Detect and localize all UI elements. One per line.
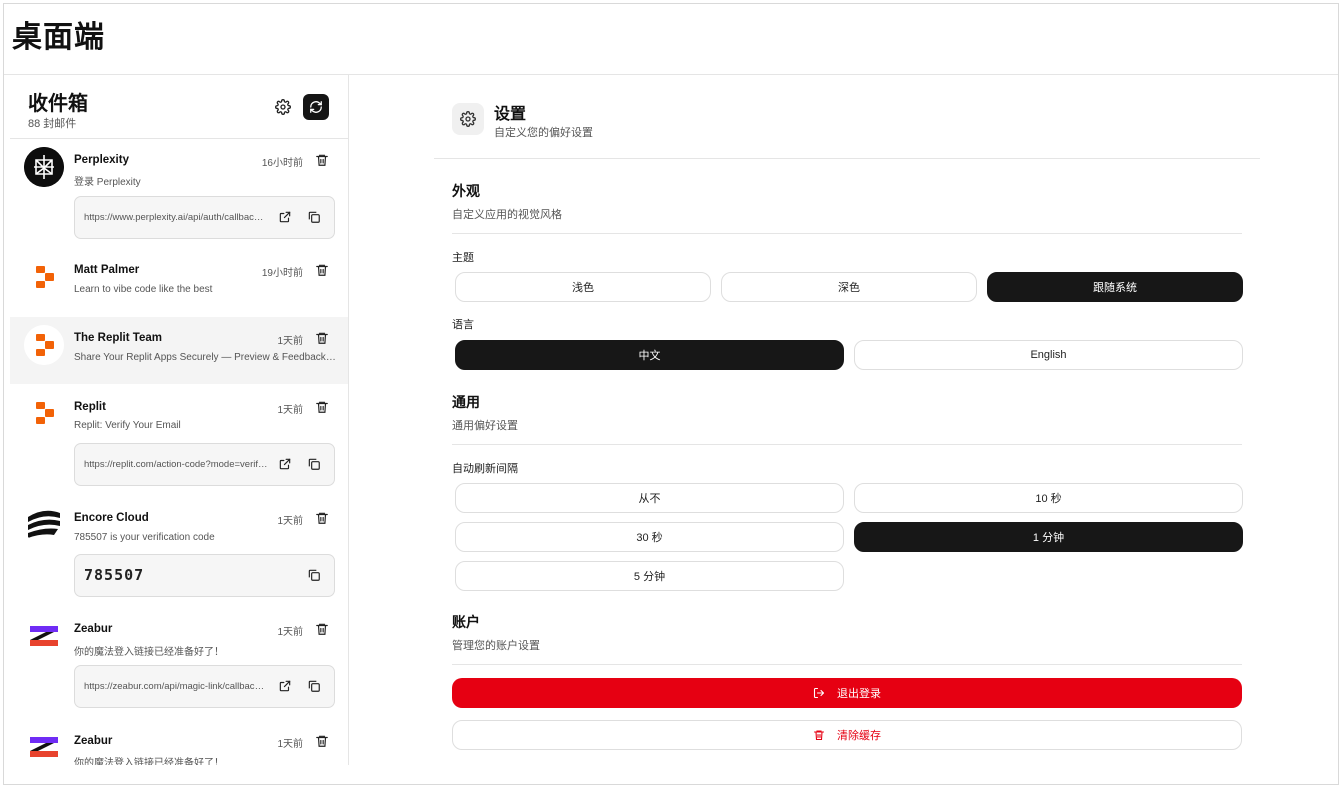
mail-sender: Replit bbox=[74, 401, 106, 413]
account-divider bbox=[452, 664, 1242, 665]
mail-time: 16小时前 bbox=[261, 158, 303, 169]
appearance-title: 外观 bbox=[452, 183, 480, 199]
external-link-icon[interactable] bbox=[278, 457, 292, 471]
interval-option-10s[interactable]: 10 秒 bbox=[854, 483, 1243, 513]
verification-code-box: 785507 bbox=[74, 554, 335, 597]
refresh-interval-label: 自动刷新间隔 bbox=[452, 463, 518, 475]
settings-subtitle: 自定义您的偏好设置 bbox=[494, 127, 593, 139]
zeabur-logo-icon bbox=[24, 727, 64, 765]
mail-subject: Learn to vibe code like the best bbox=[74, 284, 213, 295]
theme-option-light[interactable]: 浅色 bbox=[455, 272, 711, 302]
copy-icon[interactable] bbox=[307, 679, 321, 693]
inbox-sidebar: 收件箱 88 封邮件 Perplexity 16小时前 登录 Perplexit… bbox=[10, 75, 349, 765]
mail-item[interactable]: The Replit Team 1天前 Share Your Replit Ap… bbox=[10, 317, 348, 384]
inbox-title: 收件箱 bbox=[28, 93, 88, 115]
settings-title: 设置 bbox=[494, 106, 527, 123]
perplexity-logo-icon bbox=[24, 147, 64, 187]
mail-sender: Matt Palmer bbox=[74, 264, 140, 276]
mail-sender: Encore Cloud bbox=[74, 512, 149, 524]
interval-option-never[interactable]: 从不 bbox=[455, 483, 844, 513]
trash-icon[interactable] bbox=[315, 622, 329, 636]
mail-time: 1天前 bbox=[277, 739, 303, 750]
trash-icon[interactable] bbox=[315, 511, 329, 525]
logout-button[interactable]: 退出登录 bbox=[452, 678, 1242, 708]
mail-item[interactable]: Matt Palmer 19小时前 Learn to vibe code lik… bbox=[10, 249, 348, 317]
trash-icon[interactable] bbox=[315, 331, 329, 345]
zeabur-logo-icon bbox=[24, 616, 64, 656]
external-link-icon[interactable] bbox=[278, 210, 292, 224]
theme-label: 主题 bbox=[452, 252, 474, 264]
mail-sender: The Replit Team bbox=[74, 332, 162, 344]
trash-icon[interactable] bbox=[315, 400, 329, 414]
trash-icon bbox=[813, 730, 825, 741]
interval-option-5min[interactable]: 5 分钟 bbox=[455, 561, 844, 591]
trash-icon[interactable] bbox=[315, 734, 329, 748]
replit-logo-icon bbox=[24, 393, 64, 433]
mail-subject: Share Your Replit Apps Securely — Previe… bbox=[74, 352, 336, 363]
clear-cache-label: 清除缓存 bbox=[837, 730, 881, 742]
mail-item[interactable]: Zeabur 1天前 你的魔法登入链接已经准备好了！ bbox=[10, 717, 348, 765]
theme-option-dark[interactable]: 深色 bbox=[721, 272, 977, 302]
mail-sender: Zeabur bbox=[74, 623, 113, 635]
external-link-icon[interactable] bbox=[278, 679, 292, 693]
mail-sender: Zeabur bbox=[74, 735, 113, 747]
copy-icon[interactable] bbox=[307, 568, 321, 582]
interval-option-1min[interactable]: 1 分钟 bbox=[854, 522, 1243, 552]
mail-time: 1天前 bbox=[277, 405, 303, 416]
account-title: 账户 bbox=[452, 614, 480, 630]
app-window: 桌面端 收件箱 88 封邮件 Perplexity 16小时前 登录 Perpl… bbox=[3, 3, 1339, 785]
mail-link-url: https://zeabur.com/api/magic-link/callba… bbox=[84, 681, 268, 692]
logout-label: 退出登录 bbox=[837, 688, 881, 700]
inbox-count: 88 封邮件 bbox=[28, 118, 77, 130]
general-title: 通用 bbox=[452, 394, 480, 410]
settings-divider bbox=[434, 158, 1260, 159]
mail-subject: 785507 is your verification code bbox=[74, 532, 215, 543]
clear-cache-button[interactable]: 清除缓存 bbox=[452, 720, 1242, 750]
mail-item[interactable]: Encore Cloud 1天前 785507 is your verifica… bbox=[10, 495, 348, 606]
language-option-chinese[interactable]: 中文 bbox=[455, 340, 844, 370]
mail-subject: Replit: Verify Your Email bbox=[74, 420, 181, 431]
mail-link-box: https://zeabur.com/api/magic-link/callba… bbox=[74, 665, 335, 708]
verification-code: 785507 bbox=[84, 566, 145, 584]
copy-icon[interactable] bbox=[307, 457, 321, 471]
mail-item[interactable]: Perplexity 16小时前 登录 Perplexity https://w… bbox=[10, 139, 348, 249]
theme-option-system[interactable]: 跟随系统 bbox=[987, 272, 1243, 302]
trash-icon[interactable] bbox=[315, 263, 329, 277]
general-divider bbox=[452, 444, 1242, 445]
mail-time: 1天前 bbox=[277, 516, 303, 527]
gear-icon[interactable] bbox=[275, 99, 291, 115]
mail-link-url: https://www.perplexity.ai/api/auth/callb… bbox=[84, 212, 268, 223]
mail-item[interactable]: Replit 1天前 Replit: Verify Your Email htt… bbox=[10, 384, 348, 495]
trash-icon[interactable] bbox=[315, 153, 329, 167]
copy-icon[interactable] bbox=[307, 210, 321, 224]
mail-link-box: https://www.perplexity.ai/api/auth/callb… bbox=[74, 196, 335, 239]
refresh-button[interactable] bbox=[303, 94, 329, 120]
language-label: 语言 bbox=[452, 319, 474, 331]
mail-link-url: https://replit.com/action-code?mode=veri… bbox=[84, 459, 268, 470]
appearance-subtitle: 自定义应用的视觉风格 bbox=[452, 209, 562, 221]
encore-logo-icon bbox=[24, 505, 64, 545]
mail-time: 1天前 bbox=[277, 627, 303, 638]
general-subtitle: 通用偏好设置 bbox=[452, 420, 518, 432]
settings-panel: 设置 自定义您的偏好设置 外观 自定义应用的视觉风格 主题 浅色 深色 跟随系统… bbox=[350, 75, 1338, 784]
refresh-icon bbox=[310, 101, 322, 113]
appearance-divider bbox=[452, 233, 1242, 234]
mail-subject: 你的魔法登入链接已经准备好了！ bbox=[74, 758, 224, 765]
mail-sender: Perplexity bbox=[74, 154, 129, 166]
mail-subject: 登录 Perplexity bbox=[74, 177, 141, 188]
page-title: 桌面端 bbox=[12, 21, 105, 54]
account-subtitle: 管理您的账户设置 bbox=[452, 640, 540, 652]
logout-icon bbox=[813, 687, 825, 699]
replit-logo-icon bbox=[24, 325, 64, 365]
mail-subject: 你的魔法登入链接已经准备好了！ bbox=[74, 647, 224, 658]
mail-item[interactable]: Zeabur 1天前 你的魔法登入链接已经准备好了！ https://zeabu… bbox=[10, 606, 348, 717]
mail-link-box: https://replit.com/action-code?mode=veri… bbox=[74, 443, 335, 486]
language-option-english[interactable]: English bbox=[854, 340, 1243, 370]
mail-time: 1天前 bbox=[277, 336, 303, 347]
interval-option-30s[interactable]: 30 秒 bbox=[455, 522, 844, 552]
mail-time: 19小时前 bbox=[261, 268, 303, 279]
settings-gear-icon bbox=[452, 103, 484, 135]
inbox-header: 收件箱 88 封邮件 bbox=[10, 75, 348, 139]
replit-logo-icon bbox=[24, 257, 64, 297]
